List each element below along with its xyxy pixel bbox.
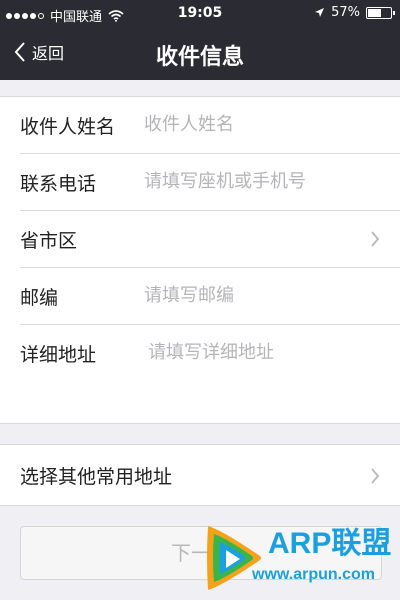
status-bar: 中国联通 19:05 57%	[0, 0, 400, 28]
navigation-bar: 返回 收件信息	[0, 28, 400, 80]
chevron-right-icon	[371, 231, 380, 247]
battery-icon	[366, 6, 395, 19]
region-label: 省市区	[20, 230, 78, 252]
status-right: 57%	[314, 5, 395, 20]
form-row-recipient-name: 收件人姓名	[20, 97, 400, 154]
address-input[interactable]	[148, 337, 384, 367]
other-address-label: 选择其他常用地址	[20, 466, 173, 488]
postcode-label: 邮编	[20, 287, 59, 309]
other-address-row[interactable]: 选择其他常用地址	[0, 444, 400, 506]
form-row-region[interactable]: 省市区	[20, 211, 400, 268]
recipient-form: 收件人姓名 联系电话 省市区 邮编 详细地址	[0, 96, 400, 424]
address-label: 详细地址	[20, 344, 97, 366]
form-row-postcode: 邮编	[20, 268, 400, 325]
recipient-name-label: 收件人姓名	[20, 116, 116, 138]
location-arrow-icon	[315, 8, 325, 17]
form-row-phone: 联系电话	[20, 154, 400, 211]
form-row-address: 详细地址	[20, 325, 400, 435]
phone-label: 联系电话	[20, 173, 97, 195]
battery-percent: 57%	[331, 5, 360, 20]
phone-input[interactable]	[144, 166, 380, 196]
recipient-name-input[interactable]	[144, 109, 380, 139]
watermark: ARP联盟 www.arpun.com	[198, 516, 400, 600]
play-logo-icon	[207, 526, 261, 590]
page-title: 收件信息	[155, 45, 244, 70]
chevron-right-icon	[371, 468, 380, 484]
postcode-input[interactable]	[144, 280, 380, 310]
watermark-url: www.arpun.com	[252, 566, 375, 583]
watermark-logo-text: ARP联盟	[268, 527, 392, 560]
